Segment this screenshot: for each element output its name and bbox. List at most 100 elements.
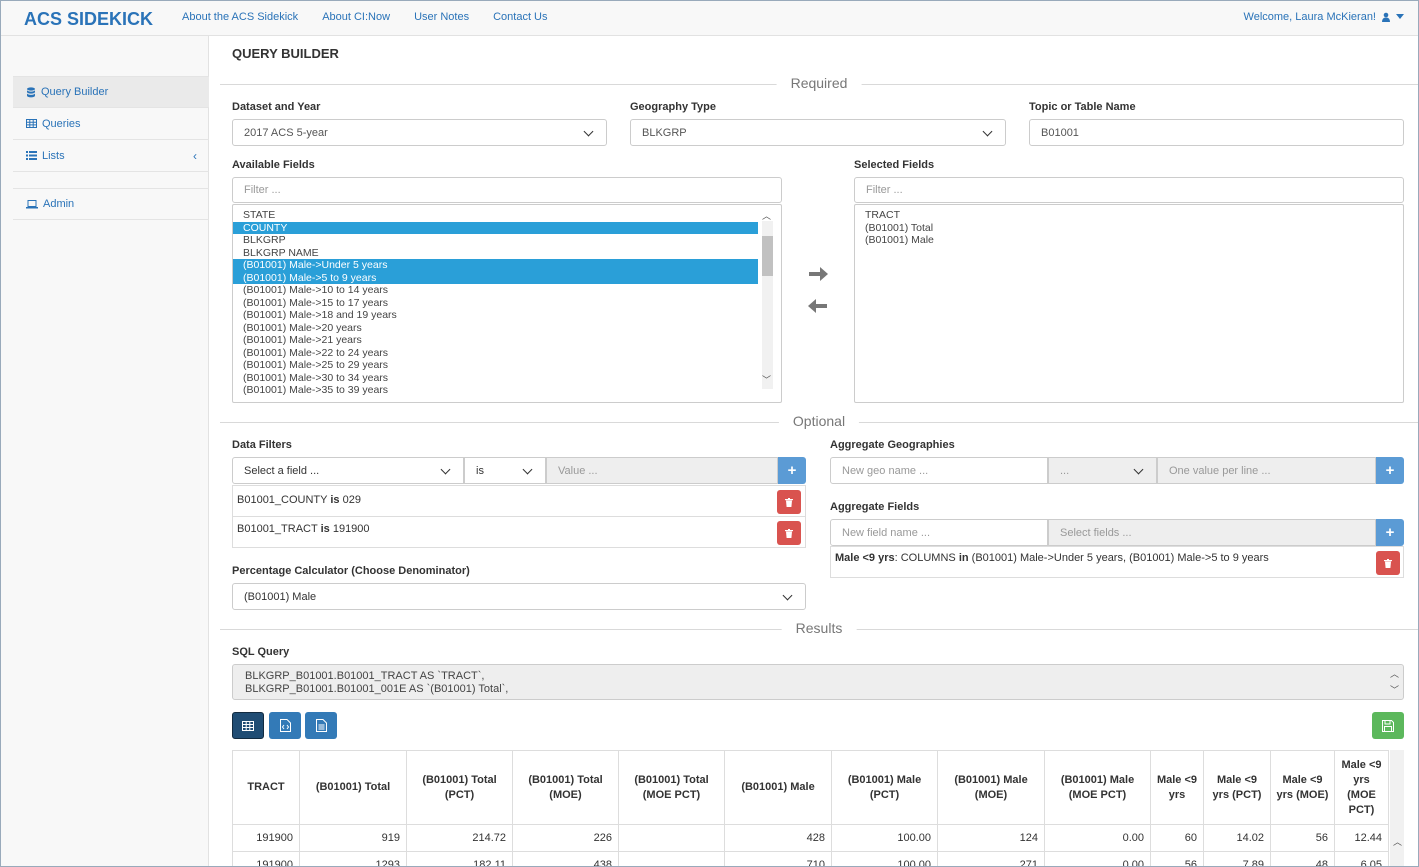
code-view-button[interactable] — [269, 712, 301, 739]
filter-operator-select[interactable]: is — [464, 457, 546, 484]
column-header[interactable]: (B01001) Total (MOE PCT) — [618, 750, 725, 825]
table-cell: 100.00 — [831, 824, 938, 852]
column-header[interactable]: (B01001) Male (PCT) — [831, 750, 938, 825]
text-view-button[interactable] — [305, 712, 337, 739]
table-cell: 1293 — [299, 851, 407, 866]
sql-query-label: SQL Query — [232, 646, 290, 658]
chevron-down-icon[interactable]: ﹀ — [762, 373, 771, 386]
nav-link-contact-us[interactable]: Contact Us — [493, 11, 547, 23]
table-view-button[interactable] — [232, 712, 264, 739]
column-header[interactable]: (B01001) Total (PCT) — [406, 750, 513, 825]
geography-select[interactable]: BLKGRP — [630, 119, 1006, 146]
available-field-option[interactable]: (B01001) Male->21 years — [233, 334, 758, 347]
available-field-option[interactable]: (B01001) Male->18 and 19 years — [233, 309, 758, 322]
sidebar-item-admin[interactable]: Admin — [13, 188, 209, 220]
dataset-label: Dataset and Year — [232, 101, 321, 113]
available-field-option[interactable]: BLKGRP NAME — [233, 247, 758, 260]
column-header[interactable]: (B01001) Total (MOE) — [512, 750, 619, 825]
chevron-down-icon[interactable]: ﹀ — [1390, 684, 1399, 697]
selected-filter-input[interactable]: Filter ... — [854, 177, 1404, 203]
arrow-left-icon — [808, 299, 827, 313]
selected-field-option[interactable]: (B01001) Total — [855, 222, 1403, 235]
agg-field-select[interactable]: Select fields ... — [1048, 519, 1376, 546]
filter-row: B01001_COUNTY is 029 — [232, 485, 806, 517]
column-header[interactable]: (B01001) Male (MOE) — [937, 750, 1045, 825]
agg-geo-values-input[interactable]: One value per line ... — [1157, 457, 1376, 484]
agg-field-name-input[interactable]: New field name ... — [830, 519, 1048, 546]
available-field-option[interactable]: (B01001) Male->10 to 14 years — [233, 284, 758, 297]
available-fields-label: Available Fields — [232, 159, 315, 171]
available-field-option[interactable]: (B01001) Male->5 to 9 years — [233, 271, 758, 284]
available-field-option[interactable]: BLKGRP — [233, 234, 758, 247]
sql-line: BLKGRP_B01001.B01001_001E AS `(B01001) T… — [245, 683, 509, 695]
sidebar-item-query-builder[interactable]: Query Builder — [13, 76, 209, 108]
nav-link-about-cinow[interactable]: About CI:Now — [322, 11, 390, 23]
agg-field-columns: (B01001) Male->Under 5 years, (B01001) M… — [968, 552, 1269, 564]
selected-field-option[interactable]: (B01001) Male — [855, 234, 1403, 247]
user-menu[interactable]: Welcome, Laura McKieran! — [1244, 11, 1404, 23]
column-header[interactable]: Male <9 yrs — [1150, 750, 1204, 825]
table-cell: 124 — [937, 824, 1045, 852]
move-left-button[interactable] — [807, 296, 829, 322]
available-field-option[interactable]: (B01001) Male->30 to 34 years — [233, 372, 758, 385]
available-field-option[interactable]: (B01001) Male->20 years — [233, 322, 758, 335]
add-agg-field-button[interactable]: + — [1376, 519, 1404, 546]
available-fields-list[interactable]: ︿ ﹀ STATE COUNTY BLKGRP BLKGRP NAME (B01001)… — [232, 204, 782, 403]
plus-icon: + — [787, 462, 797, 479]
table-cell: 226 — [512, 824, 619, 852]
nav-link-user-notes[interactable]: User Notes — [414, 11, 469, 23]
move-right-button[interactable] — [807, 264, 829, 290]
available-field-option[interactable]: COUNTY — [233, 221, 758, 234]
save-button[interactable] — [1372, 712, 1404, 739]
agg-geo-label: Aggregate Geographies — [830, 439, 955, 451]
selected-field-option[interactable]: TRACT — [855, 209, 1403, 222]
dataset-select[interactable]: 2017 ACS 5-year — [232, 119, 607, 146]
geography-value: BLKGRP — [642, 126, 687, 139]
filter-value-input[interactable]: Value ... — [546, 457, 778, 484]
selected-fields-list[interactable]: TRACT (B01001) Total (B01001) Male — [854, 204, 1404, 403]
chevron-up-icon[interactable]: ︿ — [1393, 835, 1402, 848]
delete-filter-button[interactable] — [777, 490, 801, 514]
available-field-option[interactable]: (B01001) Male->Under 5 years — [233, 259, 758, 272]
topic-label: Topic or Table Name — [1029, 101, 1136, 113]
available-field-option[interactable]: STATE — [233, 209, 758, 222]
selected-fields-label: Selected Fields — [854, 159, 935, 171]
agg-geo-select[interactable]: ... — [1048, 457, 1157, 484]
section-heading: Results — [781, 620, 857, 636]
nav-link-about-sidekick[interactable]: About the ACS Sidekick — [182, 11, 298, 23]
delete-filter-button[interactable] — [777, 521, 801, 545]
chevron-up-icon[interactable]: ︿ — [1390, 668, 1399, 681]
pct-calculator-label: Percentage Calculator (Choose Denominato… — [232, 565, 470, 577]
sql-query-textarea[interactable]: BLKGRP_B01001.B01001_TRACT AS `TRACT`, B… — [232, 664, 1404, 700]
column-header[interactable]: (B01001) Total — [299, 750, 407, 825]
filter-op: is — [320, 523, 330, 535]
sidebar-item-queries[interactable]: Queries — [13, 108, 209, 140]
available-filter-input[interactable]: Filter ... — [232, 177, 782, 203]
pct-denominator-select[interactable]: (B01001) Male — [232, 583, 806, 610]
caret-down-icon — [1396, 14, 1404, 19]
delete-agg-field-button[interactable] — [1376, 551, 1400, 575]
agg-geo-name-input[interactable]: New geo name ... — [830, 457, 1048, 484]
topic-input[interactable]: B01001 — [1029, 119, 1404, 146]
add-filter-button[interactable]: + — [778, 457, 806, 484]
sidebar-item-lists[interactable]: Lists ‹ — [13, 140, 209, 172]
column-header[interactable]: TRACT — [232, 750, 300, 825]
add-agg-geo-button[interactable]: + — [1376, 457, 1404, 484]
available-field-option[interactable]: (B01001) Male->15 to 17 years — [233, 297, 758, 310]
chevron-up-icon[interactable]: ︿ — [762, 209, 771, 222]
brand-logo[interactable]: ACS SIDEKICK — [24, 9, 153, 30]
column-header[interactable]: (B01001) Male — [724, 750, 832, 825]
available-field-option[interactable]: (B01001) Male->25 to 29 years — [233, 359, 758, 372]
column-header[interactable]: Male <9 yrs (PCT) — [1203, 750, 1271, 825]
available-field-option[interactable]: (B01001) Male->35 to 39 years — [233, 384, 758, 397]
plus-icon: + — [1385, 462, 1395, 479]
available-field-option[interactable]: (B01001) Male->22 to 24 years — [233, 347, 758, 360]
scrollbar-thumb[interactable] — [762, 236, 773, 276]
column-header[interactable]: Male <9 yrs (MOE) — [1270, 750, 1335, 825]
column-header[interactable]: (B01001) Male (MOE PCT) — [1044, 750, 1151, 825]
filter-value: 191900 — [332, 523, 370, 535]
table-scrollbar[interactable]: ︿ — [1390, 750, 1404, 866]
column-header[interactable]: Male <9 yrs (MOE PCT) — [1334, 750, 1389, 825]
filter-field-select[interactable]: Select a field ... — [232, 457, 464, 484]
trash-icon — [785, 497, 793, 507]
